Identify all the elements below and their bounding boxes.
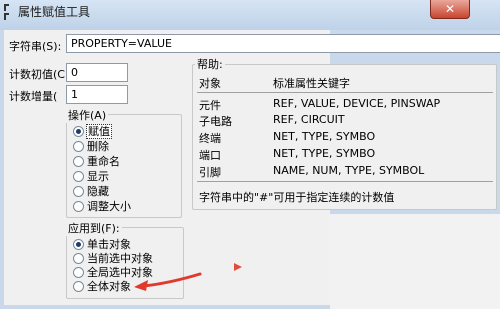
radio-icon: [73, 201, 84, 212]
radio-icon: [73, 171, 84, 182]
dialog-window: 属性赋值工具 ✕ 字符串(S): PROPERTY=VALUE 计数初值(C 0…: [0, 0, 500, 309]
count-init-label: 计数初值(C: [9, 68, 65, 81]
radio-icon: [73, 186, 84, 197]
radio-icon: [73, 267, 84, 278]
annotation-arrow-icon: [134, 272, 202, 291]
background-area: [330, 214, 500, 309]
help-header-divider: [197, 92, 493, 93]
play-marker-icon: [234, 263, 242, 271]
app-icon: [4, 4, 9, 20]
radio-selected-icon: [73, 239, 84, 250]
help-note-divider: [197, 181, 493, 182]
close-button[interactable]: ✕: [430, 0, 470, 19]
radio-icon: [73, 141, 84, 152]
apply-option-current-selection[interactable]: 当前选中对象: [73, 252, 153, 266]
help-row-object: 子电路: [199, 115, 232, 128]
help-row-keyword: NAME, NUM, TYPE, SYMBOL: [273, 164, 425, 177]
help-row-keyword: NET, TYPE, SYMBO: [273, 130, 376, 143]
help-header-keyword: 标准属性关键字: [273, 77, 350, 90]
operation-option-resize[interactable]: 调整大小: [73, 200, 131, 214]
help-header-object: 对象: [199, 77, 221, 90]
title-bar[interactable]: 属性赋值工具 ✕: [0, 0, 500, 30]
help-row-keyword: NET, TYPE, SYMBO: [273, 147, 376, 160]
help-note: 字符串中的"#"可用于指定连续的计数值: [199, 191, 395, 204]
operation-option-rename[interactable]: 重命名: [73, 155, 120, 169]
help-row-object: 终端: [199, 132, 221, 145]
apply-option-all-objects[interactable]: 全体对象: [73, 280, 131, 294]
help-row-object: 元件: [199, 99, 221, 112]
help-row-keyword: REF, CIRCUIT: [273, 113, 345, 126]
radio-icon: [73, 156, 84, 167]
help-row-object: 引脚: [199, 166, 221, 179]
count-inc-label: 计数增量(: [9, 90, 58, 103]
operation-option-hide[interactable]: 隐藏: [73, 185, 109, 199]
count-inc-input[interactable]: 1: [66, 85, 128, 104]
radio-icon: [73, 281, 84, 292]
help-row-keyword: REF, VALUE, DEVICE, PINSWAP: [273, 97, 441, 110]
help-row-object: 端口: [199, 149, 221, 162]
count-init-input[interactable]: 0: [66, 63, 128, 82]
string-input[interactable]: PROPERTY=VALUE: [66, 34, 500, 53]
operation-group-title: 操作(A): [66, 107, 109, 123]
help-panel: 帮助: 对象 标准属性关键字 元件 REF, VALUE, DEVICE, PI…: [192, 56, 497, 210]
operation-option-delete[interactable]: 删除: [73, 140, 109, 154]
radio-icon: [73, 253, 84, 264]
string-label: 字符串(S):: [9, 40, 62, 53]
radio-selected-icon: [73, 126, 84, 137]
help-title: 帮助:: [195, 56, 225, 72]
operation-option-show[interactable]: 显示: [73, 170, 109, 184]
operation-group: 操作(A) 赋值 删除 重命名 显示 隐藏 调整大小: [66, 107, 182, 218]
close-icon: ✕: [444, 2, 456, 16]
apply-to-group-title: 应用到(F):: [66, 220, 122, 236]
operation-option-assign[interactable]: 赋值: [73, 124, 112, 139]
apply-option-click-object[interactable]: 单击对象: [73, 238, 131, 252]
window-title: 属性赋值工具: [18, 5, 91, 19]
